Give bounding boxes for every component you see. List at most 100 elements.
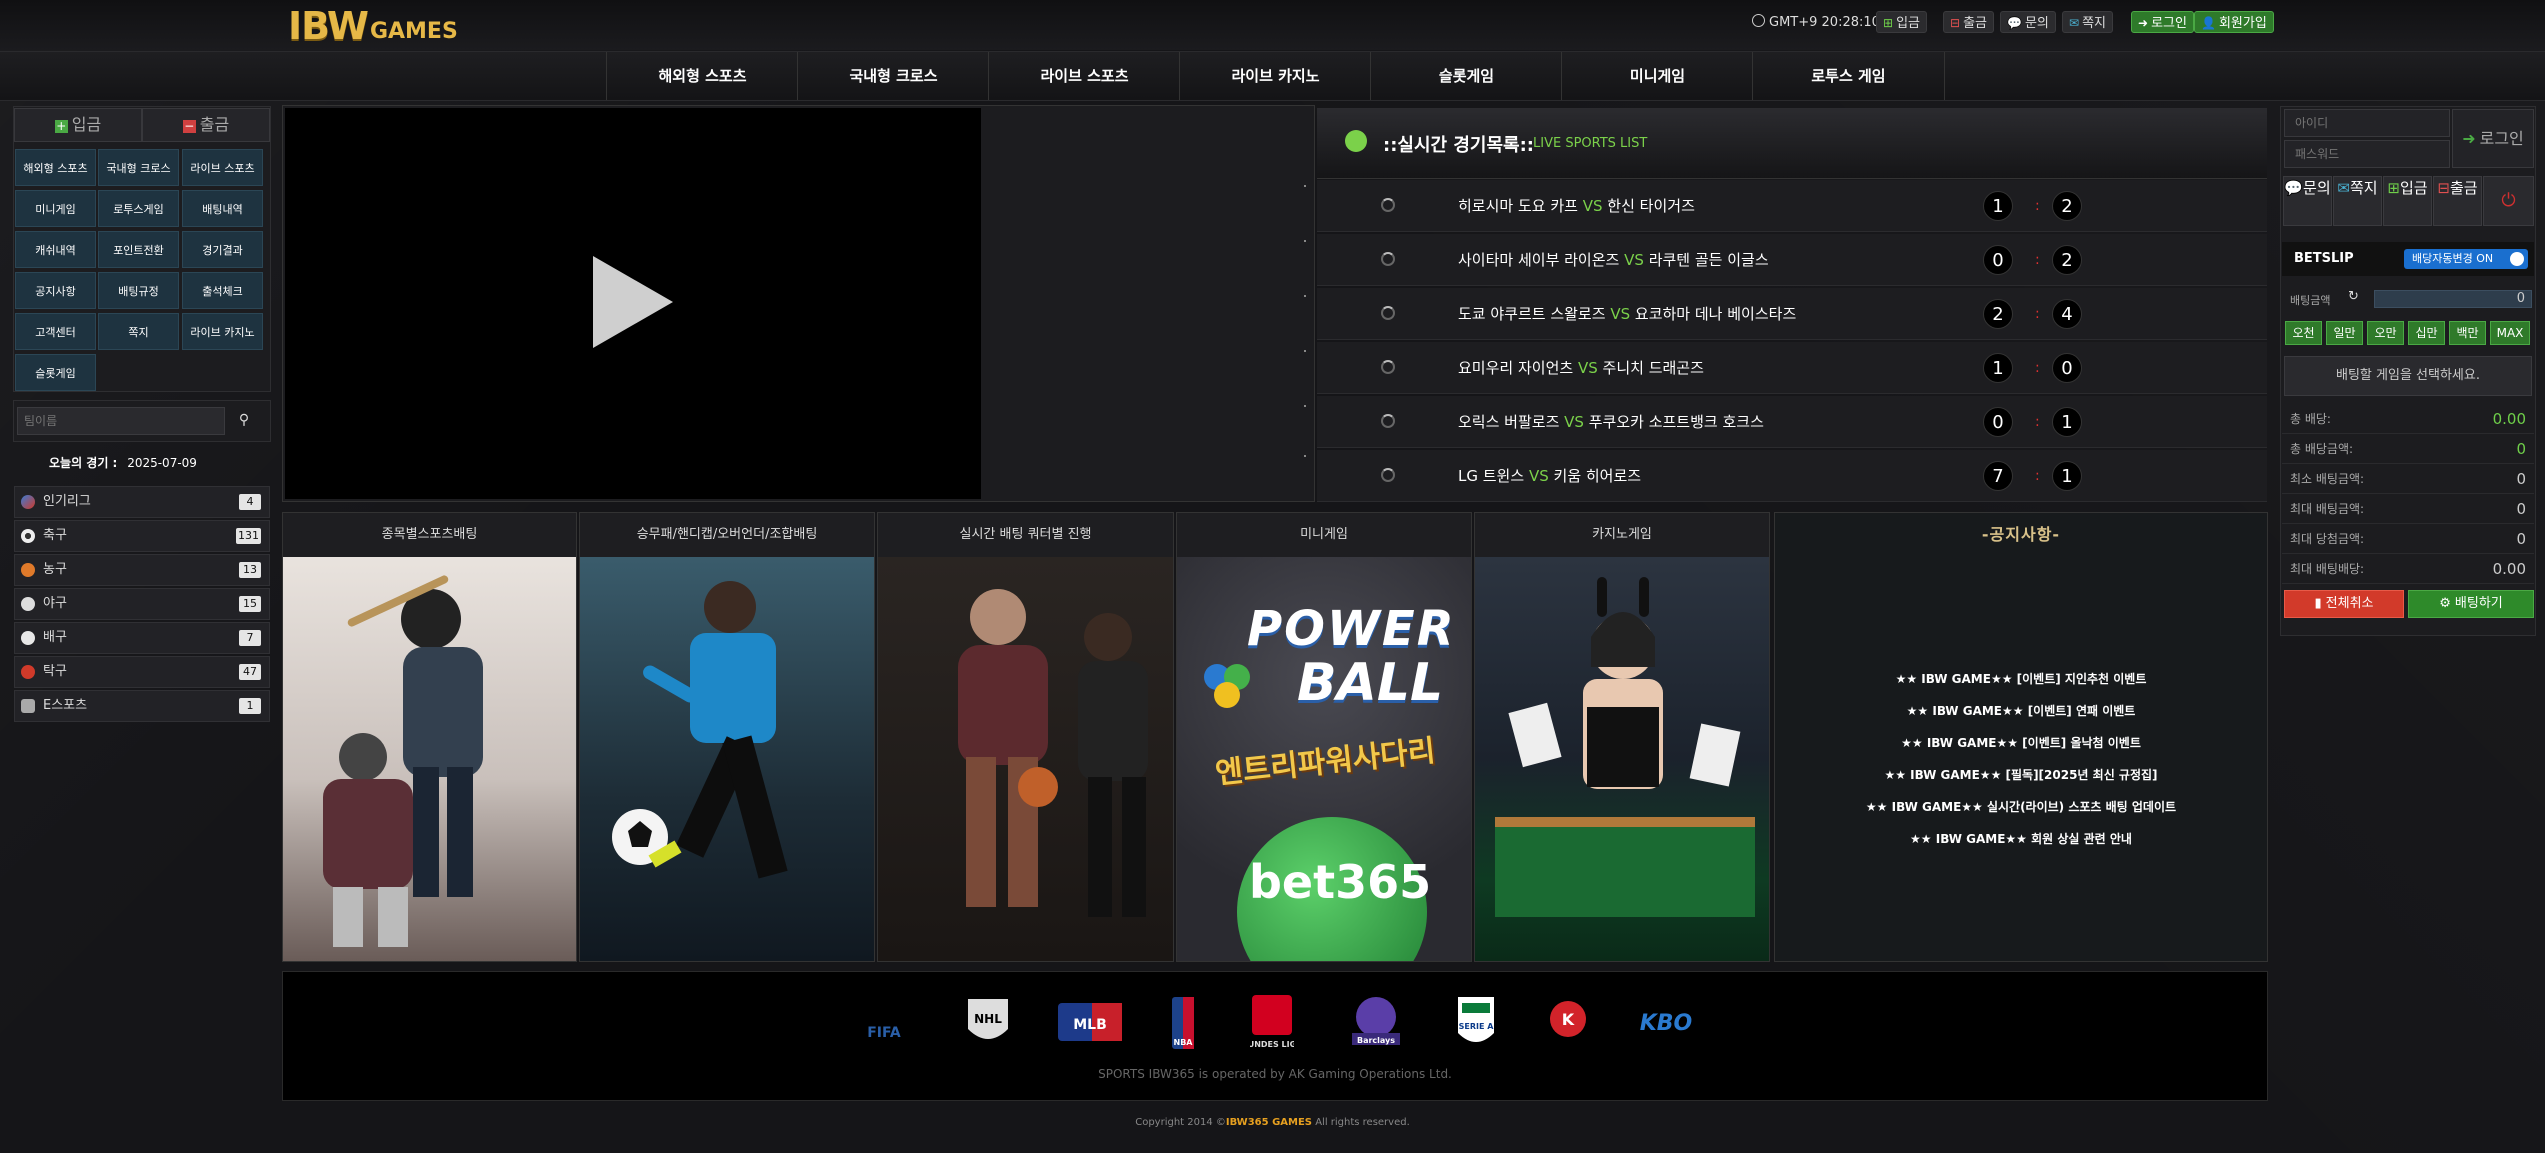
notice-item[interactable]: ★★ IBW GAME★★ 실시간(라이브) 스포츠 배팅 업데이트 (1776, 798, 2266, 815)
chip-100k[interactable]: 십만 (2408, 321, 2445, 345)
header-message-button[interactable]: ✉ 쪽지 (2062, 11, 2113, 33)
auto-odds-toggle[interactable]: 배당자동변경 ON (2404, 249, 2528, 269)
live-match-row[interactable]: 도쿄 야쿠르트 스왈로즈 VS 요코하마 데나 베이스타즈 (1317, 288, 2267, 340)
sport-item-soccer[interactable]: 축구 131 (14, 520, 270, 552)
menu-point-convert[interactable]: 포인트전환 (98, 231, 179, 268)
sidebar-withdraw-button[interactable]: − 출금 (142, 108, 270, 142)
notice-item[interactable]: ★★ IBW GAME★★ [이벤트] 올낙첨 이벤트 (1776, 734, 2266, 751)
k-league-logo: K (1546, 993, 1590, 1053)
refresh-icon[interactable]: ↻ (2348, 289, 2360, 304)
live-match-row[interactable]: LG 트윈스 VS 키움 히어로즈 (1317, 450, 2267, 502)
live-video-player[interactable] (285, 108, 981, 499)
nba-logo: NBA (1170, 993, 1196, 1053)
chip-max[interactable]: MAX (2490, 321, 2530, 345)
card-win-draw-handicap[interactable]: 승무패/핸디캡/오버언더/조합배팅 (579, 512, 875, 962)
soccer-banner-image (580, 557, 874, 961)
card-live-quarter-bet[interactable]: 실시간 배팅 쿼터별 진행 (877, 512, 1174, 962)
withdraw-button[interactable]: ⊟출금 (2433, 176, 2482, 226)
chip-1m[interactable]: 백만 (2449, 321, 2486, 345)
login-icon: ➜ (2138, 16, 2149, 30)
menu-overseas-sports[interactable]: 해외형 스포츠 (15, 149, 96, 186)
nav-live-sports[interactable]: 라이브 스포츠 (988, 52, 1180, 100)
live-match-row[interactable]: 히로시마 도요 카프 VS 한신 타이거즈 (1317, 180, 2267, 232)
menu-messages[interactable]: 쪽지 (98, 313, 179, 350)
menu-bet-rules[interactable]: 배팅규정 (98, 272, 179, 309)
header-login-button[interactable]: ➜ 로그인 (2131, 11, 2194, 33)
plus-icon: ⊞ (1883, 16, 1894, 30)
place-bet-button[interactable]: ⚙ 배팅하기 (2408, 590, 2534, 618)
minus-icon: ⊟ (2437, 179, 2450, 197)
tennis-ball-icon (1345, 130, 1367, 152)
menu-bet-history[interactable]: 배팅내역 (182, 190, 263, 227)
sport-item-esports[interactable]: E스포츠 1 (14, 690, 270, 722)
menu-slot-game[interactable]: 슬롯게임 (15, 354, 96, 391)
chip-5k[interactable]: 오천 (2285, 321, 2322, 345)
power-icon[interactable]: ⏻ (2483, 176, 2534, 226)
serie-a-logo: SERIE A (1454, 993, 1498, 1053)
nav-live-casino[interactable]: 라이브 카지노 (1179, 52, 1371, 100)
today-games-header: 오늘의 경기 : 2025-07-09 (13, 448, 271, 478)
away-score: 2 (2052, 245, 2082, 275)
sidebar-deposit-button[interactable]: + 입금 (14, 108, 142, 142)
menu-mini-game[interactable]: 미니게임 (15, 190, 96, 227)
live-list-header: ::실시간 경기목록:: LIVE SPORTS LIST (1317, 108, 2267, 179)
notice-item[interactable]: ★★ IBW GAME★★ 회원 상실 관련 안내 (1776, 830, 2266, 847)
menu-customer-center[interactable]: 고객센터 (15, 313, 96, 350)
menu-notices[interactable]: 공지사항 (15, 272, 96, 309)
live-list-title: ::실시간 경기목록:: (1383, 135, 1534, 156)
nav-slot-game[interactable]: 슬롯게임 (1370, 52, 1562, 100)
menu-cash-history[interactable]: 캐쉬내역 (15, 231, 96, 268)
card-sports-by-event[interactable]: 종목별스포츠배팅 (282, 512, 577, 962)
inquiry-button[interactable]: 💬문의 (2283, 176, 2332, 226)
card-mini-game[interactable]: 미니게임 POWER BALL 엔트리파워사다리 bet365 (1176, 512, 1472, 962)
logo-games: GAMES (369, 19, 458, 44)
live-match-row[interactable]: 사이타마 세이부 라이온즈 VS 라쿠텐 골든 이글스 (1317, 234, 2267, 286)
header-inquiry-button[interactable]: 💬 문의 (2000, 11, 2056, 33)
login-password-input[interactable] (2284, 140, 2450, 168)
notice-item[interactable]: ★★ IBW GAME★★ [이벤트] 연패 이벤트 (1776, 702, 2266, 719)
bet-amount-input[interactable]: 0 (2374, 290, 2532, 308)
menu-live-sports[interactable]: 라이브 스포츠 (182, 149, 263, 186)
nhl-logo: NHL (962, 993, 1014, 1053)
live-match-row[interactable]: 오릭스 버팔로즈 VS 푸쿠오카 소프트뱅크 호크스 (1317, 396, 2267, 448)
basketball-banner-image (878, 557, 1173, 961)
header-withdraw-button[interactable]: ⊟ 출금 (1943, 11, 1994, 33)
live-match-row[interactable]: 요미우리 자이언츠 VS 주니치 드래곤즈 (1317, 342, 2267, 394)
nav-domestic-cross[interactable]: 국내형 크로스 (797, 52, 989, 100)
sport-item-volleyball[interactable]: 배구 7 (14, 622, 270, 654)
menu-lotus-game[interactable]: 로투스게임 (98, 190, 179, 227)
summary-total-payout: 총 배당금액: 0 (2282, 434, 2534, 464)
nav-mini-game[interactable]: 미니게임 (1561, 52, 1753, 100)
deposit-button[interactable]: ⊞입금 (2383, 176, 2432, 226)
message-button[interactable]: ✉쪽지 (2333, 176, 2382, 226)
notice-item[interactable]: ★★ IBW GAME★★ [필독][2025년 최신 규정집] (1776, 766, 2266, 783)
premier-league-logo: Barclays (1346, 993, 1406, 1053)
chip-50k[interactable]: 오만 (2367, 321, 2404, 345)
header-deposit-button[interactable]: ⊞ 입금 (1876, 11, 1927, 33)
mail-icon: ✉ (2337, 179, 2350, 197)
search-icon[interactable]: ⚲ (234, 410, 254, 430)
menu-game-results[interactable]: 경기결과 (182, 231, 263, 268)
card-casino-game[interactable]: 카지노게임 (1474, 512, 1770, 962)
nav-lotus-game[interactable]: 로투스 게임 (1752, 52, 1945, 100)
chip-10k[interactable]: 일만 (2326, 321, 2363, 345)
notice-item[interactable]: ★★ IBW GAME★★ [이벤트] 지인추천 이벤트 (1776, 670, 2266, 687)
score-separator: : (2035, 306, 2040, 322)
cancel-all-button[interactable]: ▮ 전체취소 (2284, 590, 2404, 618)
sport-item-popular[interactable]: 인기리그 4 (14, 486, 270, 518)
ball-word: BALL (1297, 653, 1444, 713)
team-search-input[interactable] (17, 407, 225, 435)
site-logo[interactable]: IBW GAMES (288, 6, 458, 46)
sport-item-basketball[interactable]: 농구 13 (14, 554, 270, 586)
menu-attendance[interactable]: 출석체크 (182, 272, 263, 309)
sport-item-baseball[interactable]: 야구 15 (14, 588, 270, 620)
login-id-input[interactable] (2284, 109, 2450, 137)
menu-live-casino[interactable]: 라이브 카지노 (182, 313, 263, 350)
play-icon[interactable] (285, 108, 981, 499)
header-signup-button[interactable]: 👤 회원가입 (2194, 11, 2274, 33)
server-clock: GMT+9 20:28:10 (1752, 14, 1880, 30)
login-button[interactable]: ➜ 로그인 (2452, 109, 2534, 168)
sport-item-table-tennis[interactable]: 탁구 47 (14, 656, 270, 688)
menu-domestic-cross[interactable]: 국내형 크로스 (98, 149, 179, 186)
nav-overseas-sports[interactable]: 해외형 스포츠 (606, 52, 798, 100)
